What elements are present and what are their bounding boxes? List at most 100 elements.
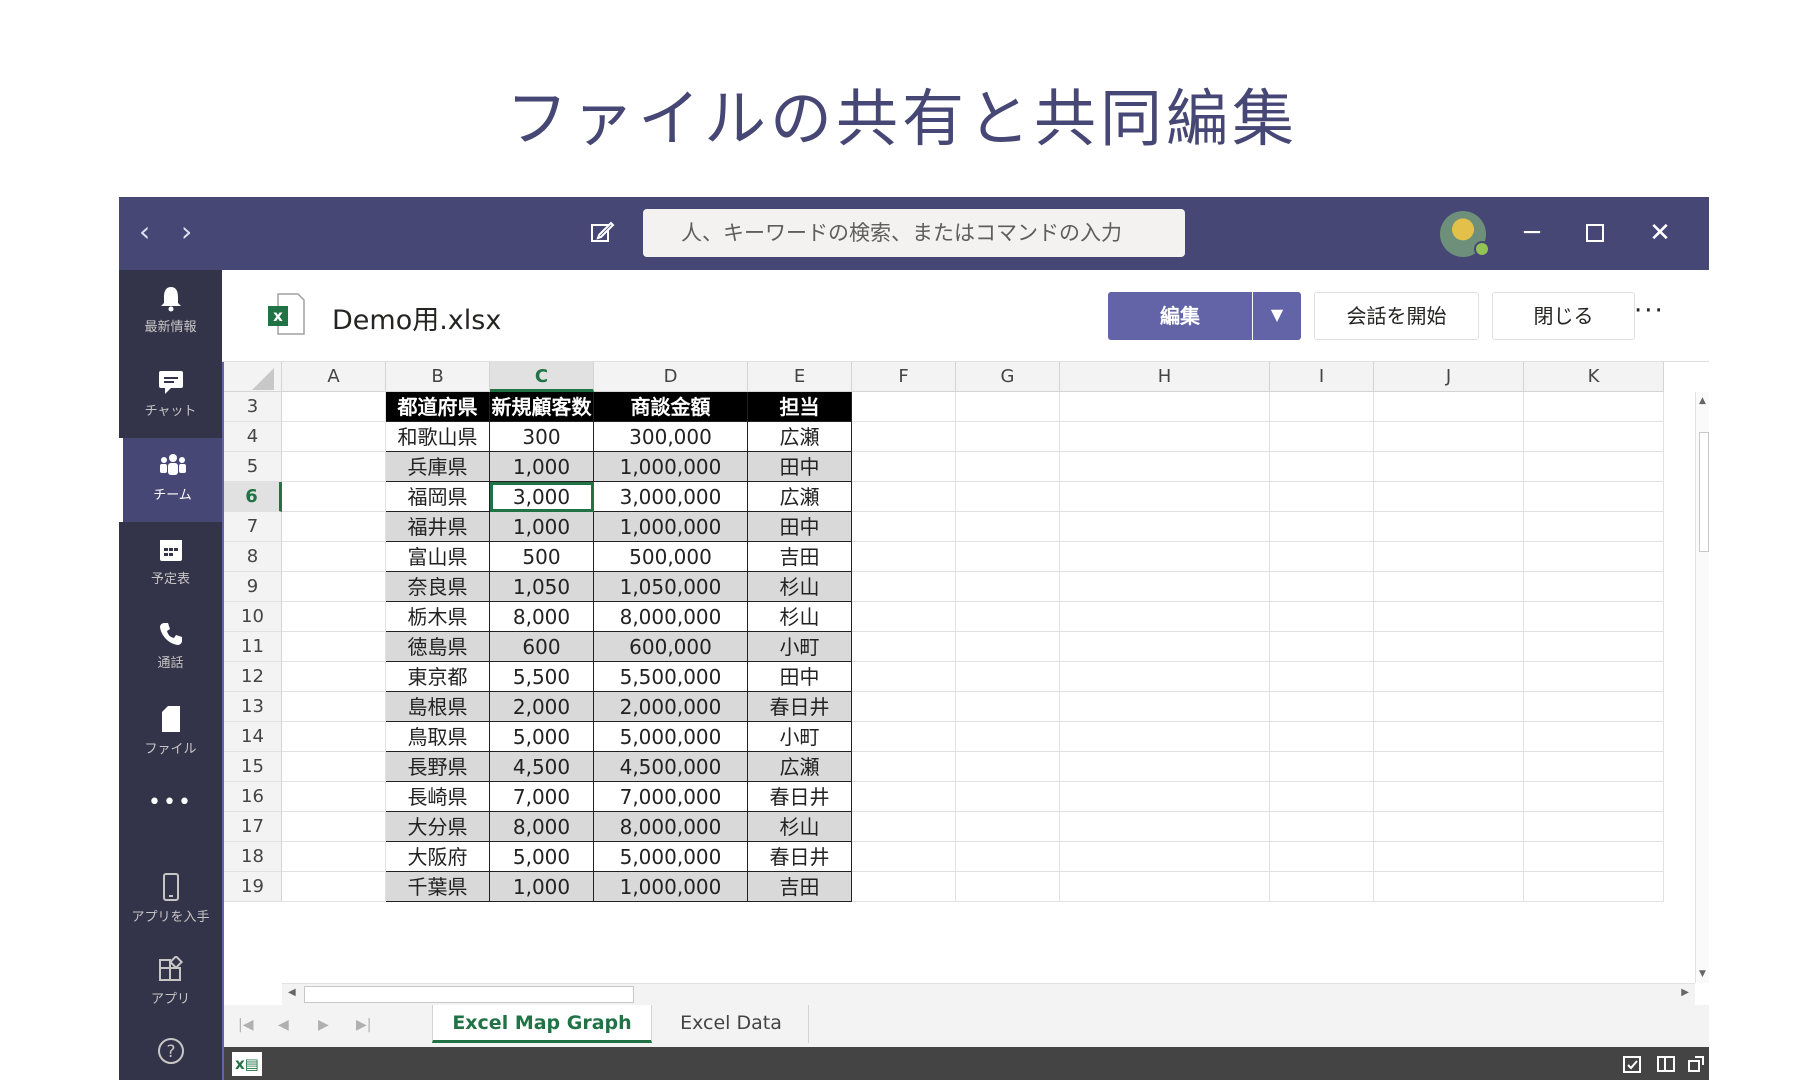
- empty-cell[interactable]: [1060, 632, 1270, 662]
- empty-cell[interactable]: [852, 542, 956, 572]
- table-cell[interactable]: 1,000: [490, 452, 594, 482]
- empty-cell[interactable]: [956, 422, 1060, 452]
- rail-item-get-app[interactable]: アプリを入手: [119, 858, 222, 942]
- empty-cell[interactable]: [1524, 662, 1664, 692]
- rail-item-files[interactable]: ファイル: [119, 690, 222, 774]
- empty-cell[interactable]: [1270, 812, 1374, 842]
- empty-cell[interactable]: [1270, 602, 1374, 632]
- rail-item-calendar[interactable]: 予定表: [119, 522, 222, 606]
- empty-cell[interactable]: [282, 662, 386, 692]
- table-cell[interactable]: 福岡県: [386, 482, 490, 512]
- table-cell[interactable]: 徳島県: [386, 632, 490, 662]
- row-header-9[interactable]: 9: [224, 572, 282, 602]
- row-header-10[interactable]: 10: [224, 602, 282, 632]
- column-header-f[interactable]: F: [852, 362, 956, 392]
- reading-view-icon[interactable]: [1656, 1054, 1676, 1074]
- back-button[interactable]: ‹: [139, 215, 150, 248]
- column-header-h[interactable]: H: [1060, 362, 1270, 392]
- empty-cell[interactable]: [1374, 452, 1524, 482]
- row-header-12[interactable]: 12: [224, 662, 282, 692]
- empty-cell[interactable]: [1060, 812, 1270, 842]
- search-input[interactable]: 人、キーワードの検索、またはコマンドの入力: [643, 209, 1185, 257]
- column-header-b[interactable]: B: [386, 362, 490, 392]
- table-cell[interactable]: 春日井: [748, 782, 852, 812]
- empty-cell[interactable]: [1374, 542, 1524, 572]
- empty-cell[interactable]: [1374, 632, 1524, 662]
- table-cell[interactable]: 300,000: [594, 422, 748, 452]
- empty-cell[interactable]: [1374, 692, 1524, 722]
- close-window-button[interactable]: ✕: [1642, 215, 1678, 251]
- empty-cell[interactable]: [852, 782, 956, 812]
- empty-cell[interactable]: [956, 542, 1060, 572]
- empty-cell[interactable]: [1374, 392, 1524, 422]
- table-cell[interactable]: 広瀬: [748, 422, 852, 452]
- empty-cell[interactable]: [282, 692, 386, 722]
- close-file-button[interactable]: 閉じる: [1492, 292, 1635, 340]
- more-options-icon[interactable]: ···: [1634, 296, 1665, 326]
- rail-item-apps[interactable]: アプリ: [119, 942, 222, 1026]
- empty-cell[interactable]: [1374, 722, 1524, 752]
- empty-cell[interactable]: [282, 722, 386, 752]
- empty-cell[interactable]: [956, 392, 1060, 422]
- column-header-a[interactable]: A: [282, 362, 386, 392]
- table-cell[interactable]: 1,000,000: [594, 872, 748, 902]
- row-header-18[interactable]: 18: [224, 842, 282, 872]
- empty-cell[interactable]: [282, 452, 386, 482]
- table-cell[interactable]: 大阪府: [386, 842, 490, 872]
- forward-button[interactable]: ›: [181, 215, 192, 248]
- row-header-19[interactable]: 19: [224, 872, 282, 902]
- sheet-tab-excel-map-graph[interactable]: Excel Map Graph: [432, 1005, 652, 1043]
- empty-cell[interactable]: [852, 572, 956, 602]
- table-cell[interactable]: 長崎県: [386, 782, 490, 812]
- table-cell[interactable]: 7,000,000: [594, 782, 748, 812]
- row-header-6[interactable]: 6: [224, 482, 282, 512]
- empty-cell[interactable]: [852, 752, 956, 782]
- empty-cell[interactable]: [1060, 662, 1270, 692]
- empty-cell[interactable]: [282, 782, 386, 812]
- empty-cell[interactable]: [956, 602, 1060, 632]
- table-cell[interactable]: 春日井: [748, 842, 852, 872]
- table-cell[interactable]: 1,050,000: [594, 572, 748, 602]
- empty-cell[interactable]: [1524, 512, 1664, 542]
- empty-cell[interactable]: [282, 812, 386, 842]
- empty-cell[interactable]: [1060, 392, 1270, 422]
- empty-cell[interactable]: [1270, 452, 1374, 482]
- minimize-button[interactable]: ─: [1514, 215, 1550, 251]
- empty-cell[interactable]: [1524, 632, 1664, 662]
- table-cell[interactable]: 5,500,000: [594, 662, 748, 692]
- empty-cell[interactable]: [1270, 662, 1374, 692]
- column-header-k[interactable]: K: [1524, 362, 1664, 392]
- table-cell[interactable]: 4,500: [490, 752, 594, 782]
- table-cell[interactable]: 2,000,000: [594, 692, 748, 722]
- last-sheet-icon[interactable]: ▶|: [356, 1017, 371, 1033]
- empty-cell[interactable]: [1374, 752, 1524, 782]
- empty-cell[interactable]: [852, 392, 956, 422]
- table-cell[interactable]: 小町: [748, 722, 852, 752]
- first-sheet-icon[interactable]: |◀: [238, 1017, 253, 1033]
- empty-cell[interactable]: [1524, 692, 1664, 722]
- select-all-corner[interactable]: [224, 362, 282, 392]
- table-cell[interactable]: 5,000: [490, 722, 594, 752]
- column-header-g[interactable]: G: [956, 362, 1060, 392]
- column-header-i[interactable]: I: [1270, 362, 1374, 392]
- empty-cell[interactable]: [1374, 782, 1524, 812]
- row-header-4[interactable]: 4: [224, 422, 282, 452]
- rail-item-teams[interactable]: チーム: [119, 438, 222, 522]
- scroll-left-icon[interactable]: ◀: [288, 987, 296, 998]
- table-cell[interactable]: 島根県: [386, 692, 490, 722]
- table-cell[interactable]: 1,000: [490, 512, 594, 542]
- table-cell[interactable]: 杉山: [748, 602, 852, 632]
- empty-cell[interactable]: [1060, 572, 1270, 602]
- empty-cell[interactable]: [1374, 422, 1524, 452]
- row-header-14[interactable]: 14: [224, 722, 282, 752]
- table-cell[interactable]: 5,000: [490, 842, 594, 872]
- empty-cell[interactable]: [1374, 512, 1524, 542]
- vertical-scrollbar[interactable]: ▲ ▼: [1695, 392, 1709, 983]
- empty-cell[interactable]: [1270, 572, 1374, 602]
- empty-cell[interactable]: [1270, 842, 1374, 872]
- table-header-cell[interactable]: 新規顧客数: [490, 392, 594, 422]
- empty-cell[interactable]: [282, 422, 386, 452]
- table-cell[interactable]: 5,500: [490, 662, 594, 692]
- empty-cell[interactable]: [1060, 542, 1270, 572]
- empty-cell[interactable]: [852, 842, 956, 872]
